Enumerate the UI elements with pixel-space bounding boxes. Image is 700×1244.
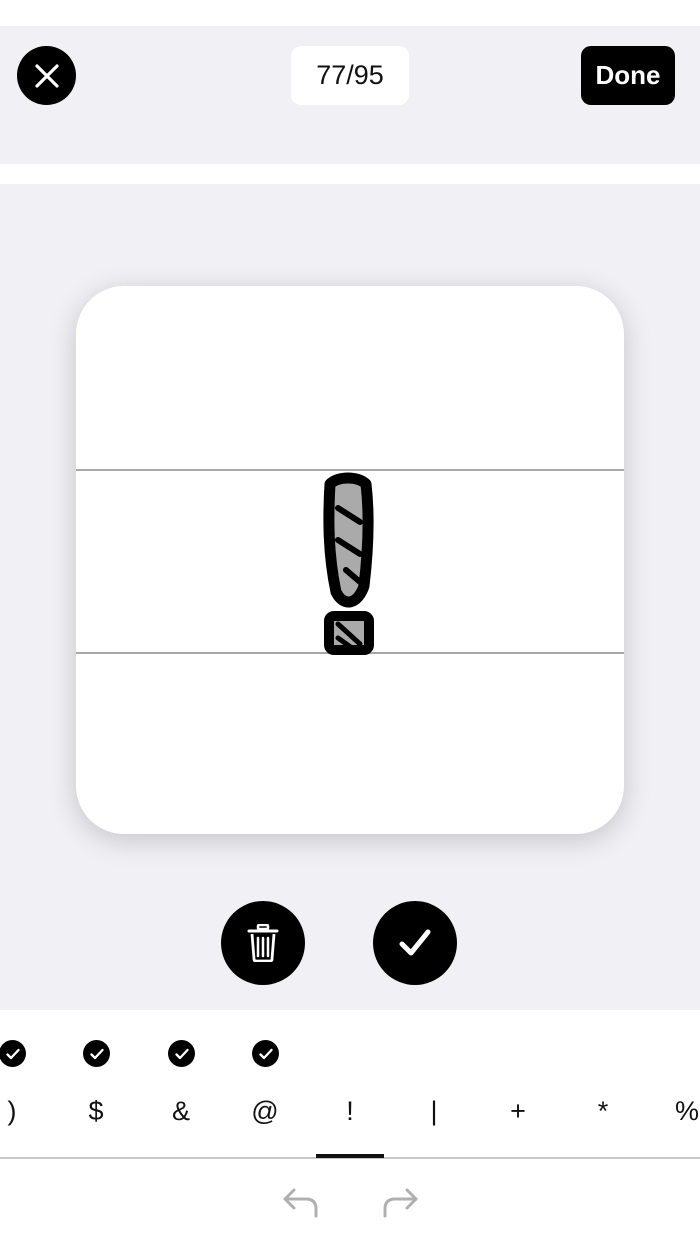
char-label: @ — [251, 1096, 279, 1126]
completed-check-icon — [83, 1040, 110, 1067]
char-label: % — [674, 1096, 699, 1126]
completed-check-icon — [0, 1040, 26, 1067]
char-item[interactable]: * — [561, 1030, 645, 1158]
char-label: ! — [346, 1096, 354, 1126]
undo-arrow-icon[interactable] — [280, 1182, 320, 1222]
char-label: + — [510, 1096, 526, 1126]
char-label: * — [597, 1096, 609, 1126]
delete-button[interactable] — [221, 901, 305, 985]
char-label: ) — [7, 1096, 17, 1126]
char-label: $ — [88, 1096, 104, 1126]
history-bar — [0, 1160, 700, 1244]
done-button[interactable]: Done — [581, 46, 675, 105]
char-item[interactable]: | — [392, 1030, 476, 1158]
glyph-editor-screen: 77/95 Done) $ & @ ! | + * % — [0, 0, 700, 1244]
completed-check-icon — [252, 1040, 279, 1067]
top-bar: 77/95 Done — [0, 26, 700, 164]
char-item-selected[interactable]: ! — [308, 1030, 392, 1158]
close-button[interactable] — [17, 46, 76, 105]
character-strip[interactable]: ) $ & @ ! | + * % — [0, 1030, 700, 1160]
close-icon — [34, 63, 59, 88]
char-item[interactable]: & — [139, 1030, 223, 1158]
drawing-canvas[interactable] — [76, 286, 624, 834]
char-label: & — [171, 1096, 190, 1126]
trash-icon — [247, 924, 279, 962]
progress-counter: 77/95 — [291, 46, 409, 105]
char-label: | — [430, 1096, 438, 1126]
char-item[interactable]: + — [476, 1030, 560, 1158]
char-item[interactable]: % — [645, 1030, 700, 1158]
check-icon — [399, 929, 431, 956]
accept-button[interactable] — [373, 901, 457, 985]
selected-indicator — [316, 1154, 384, 1158]
char-item[interactable]: ) — [0, 1030, 54, 1158]
handwritten-glyph — [323, 472, 374, 655]
completed-check-icon — [168, 1040, 195, 1067]
drawing-area — [0, 184, 700, 1010]
char-item[interactable]: $ — [54, 1030, 138, 1158]
redo-arrow-icon[interactable] — [381, 1182, 421, 1222]
char-item[interactable]: @ — [223, 1030, 307, 1158]
